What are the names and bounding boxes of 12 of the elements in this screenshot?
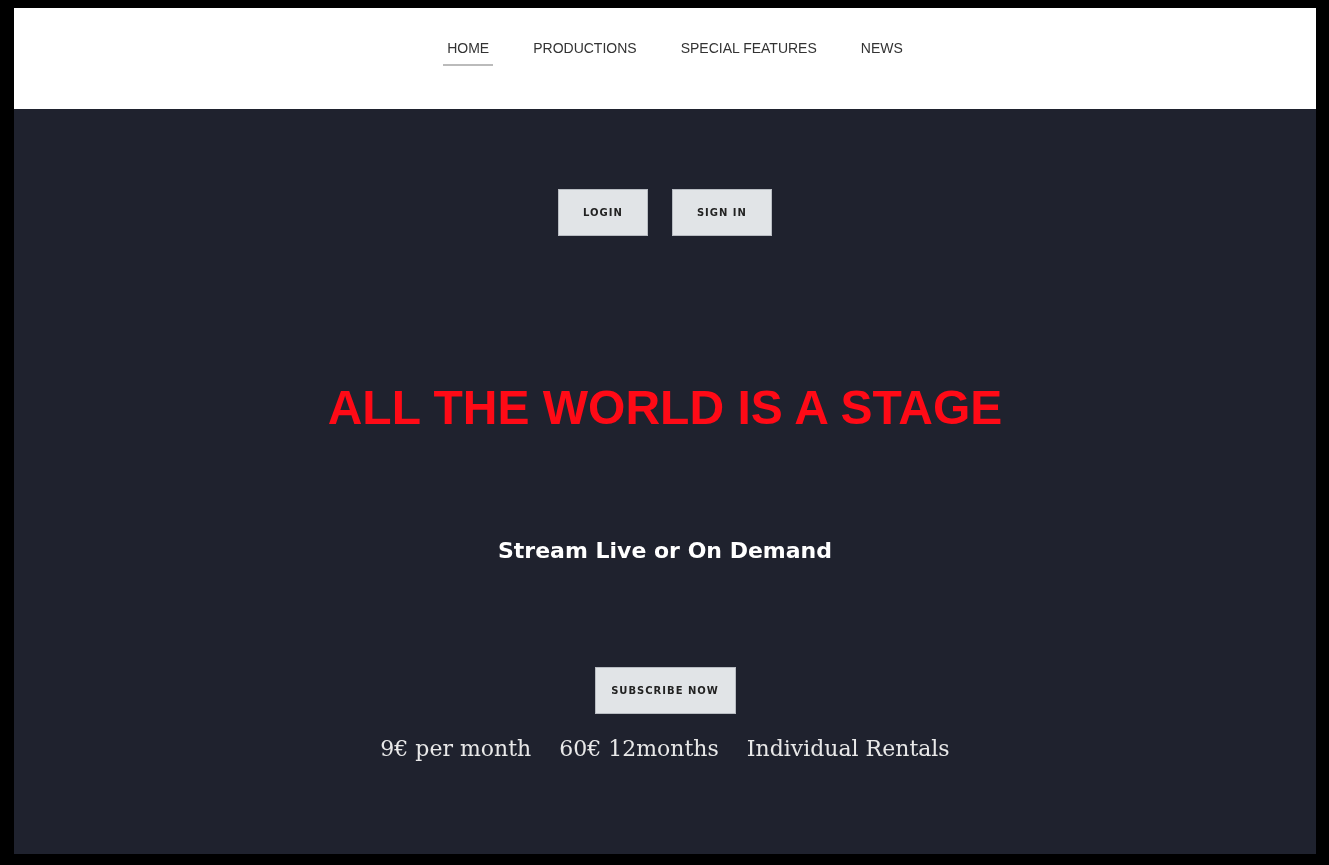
- nav-link[interactable]: PRODUCTIONS: [529, 38, 641, 66]
- sign-in-button[interactable]: SIGN IN: [671, 189, 772, 236]
- nav-link[interactable]: SPECIAL FEATURES: [676, 38, 821, 66]
- headline: ALL THE WORLD IS A STAGE: [327, 380, 1003, 435]
- nav-link[interactable]: NEWS: [856, 38, 907, 66]
- nav-link[interactable]: HOME: [443, 38, 494, 66]
- pricing-option: 60€ 12months: [559, 736, 719, 761]
- pricing-option: Individual Rentals: [746, 736, 950, 761]
- login-button[interactable]: LOGIN: [558, 189, 648, 236]
- subscribe-button[interactable]: SUBSCRIBE NOW: [594, 667, 736, 714]
- tagline: Stream Live or On Demand: [497, 538, 833, 563]
- pricing-option: 9€ per month: [380, 736, 532, 761]
